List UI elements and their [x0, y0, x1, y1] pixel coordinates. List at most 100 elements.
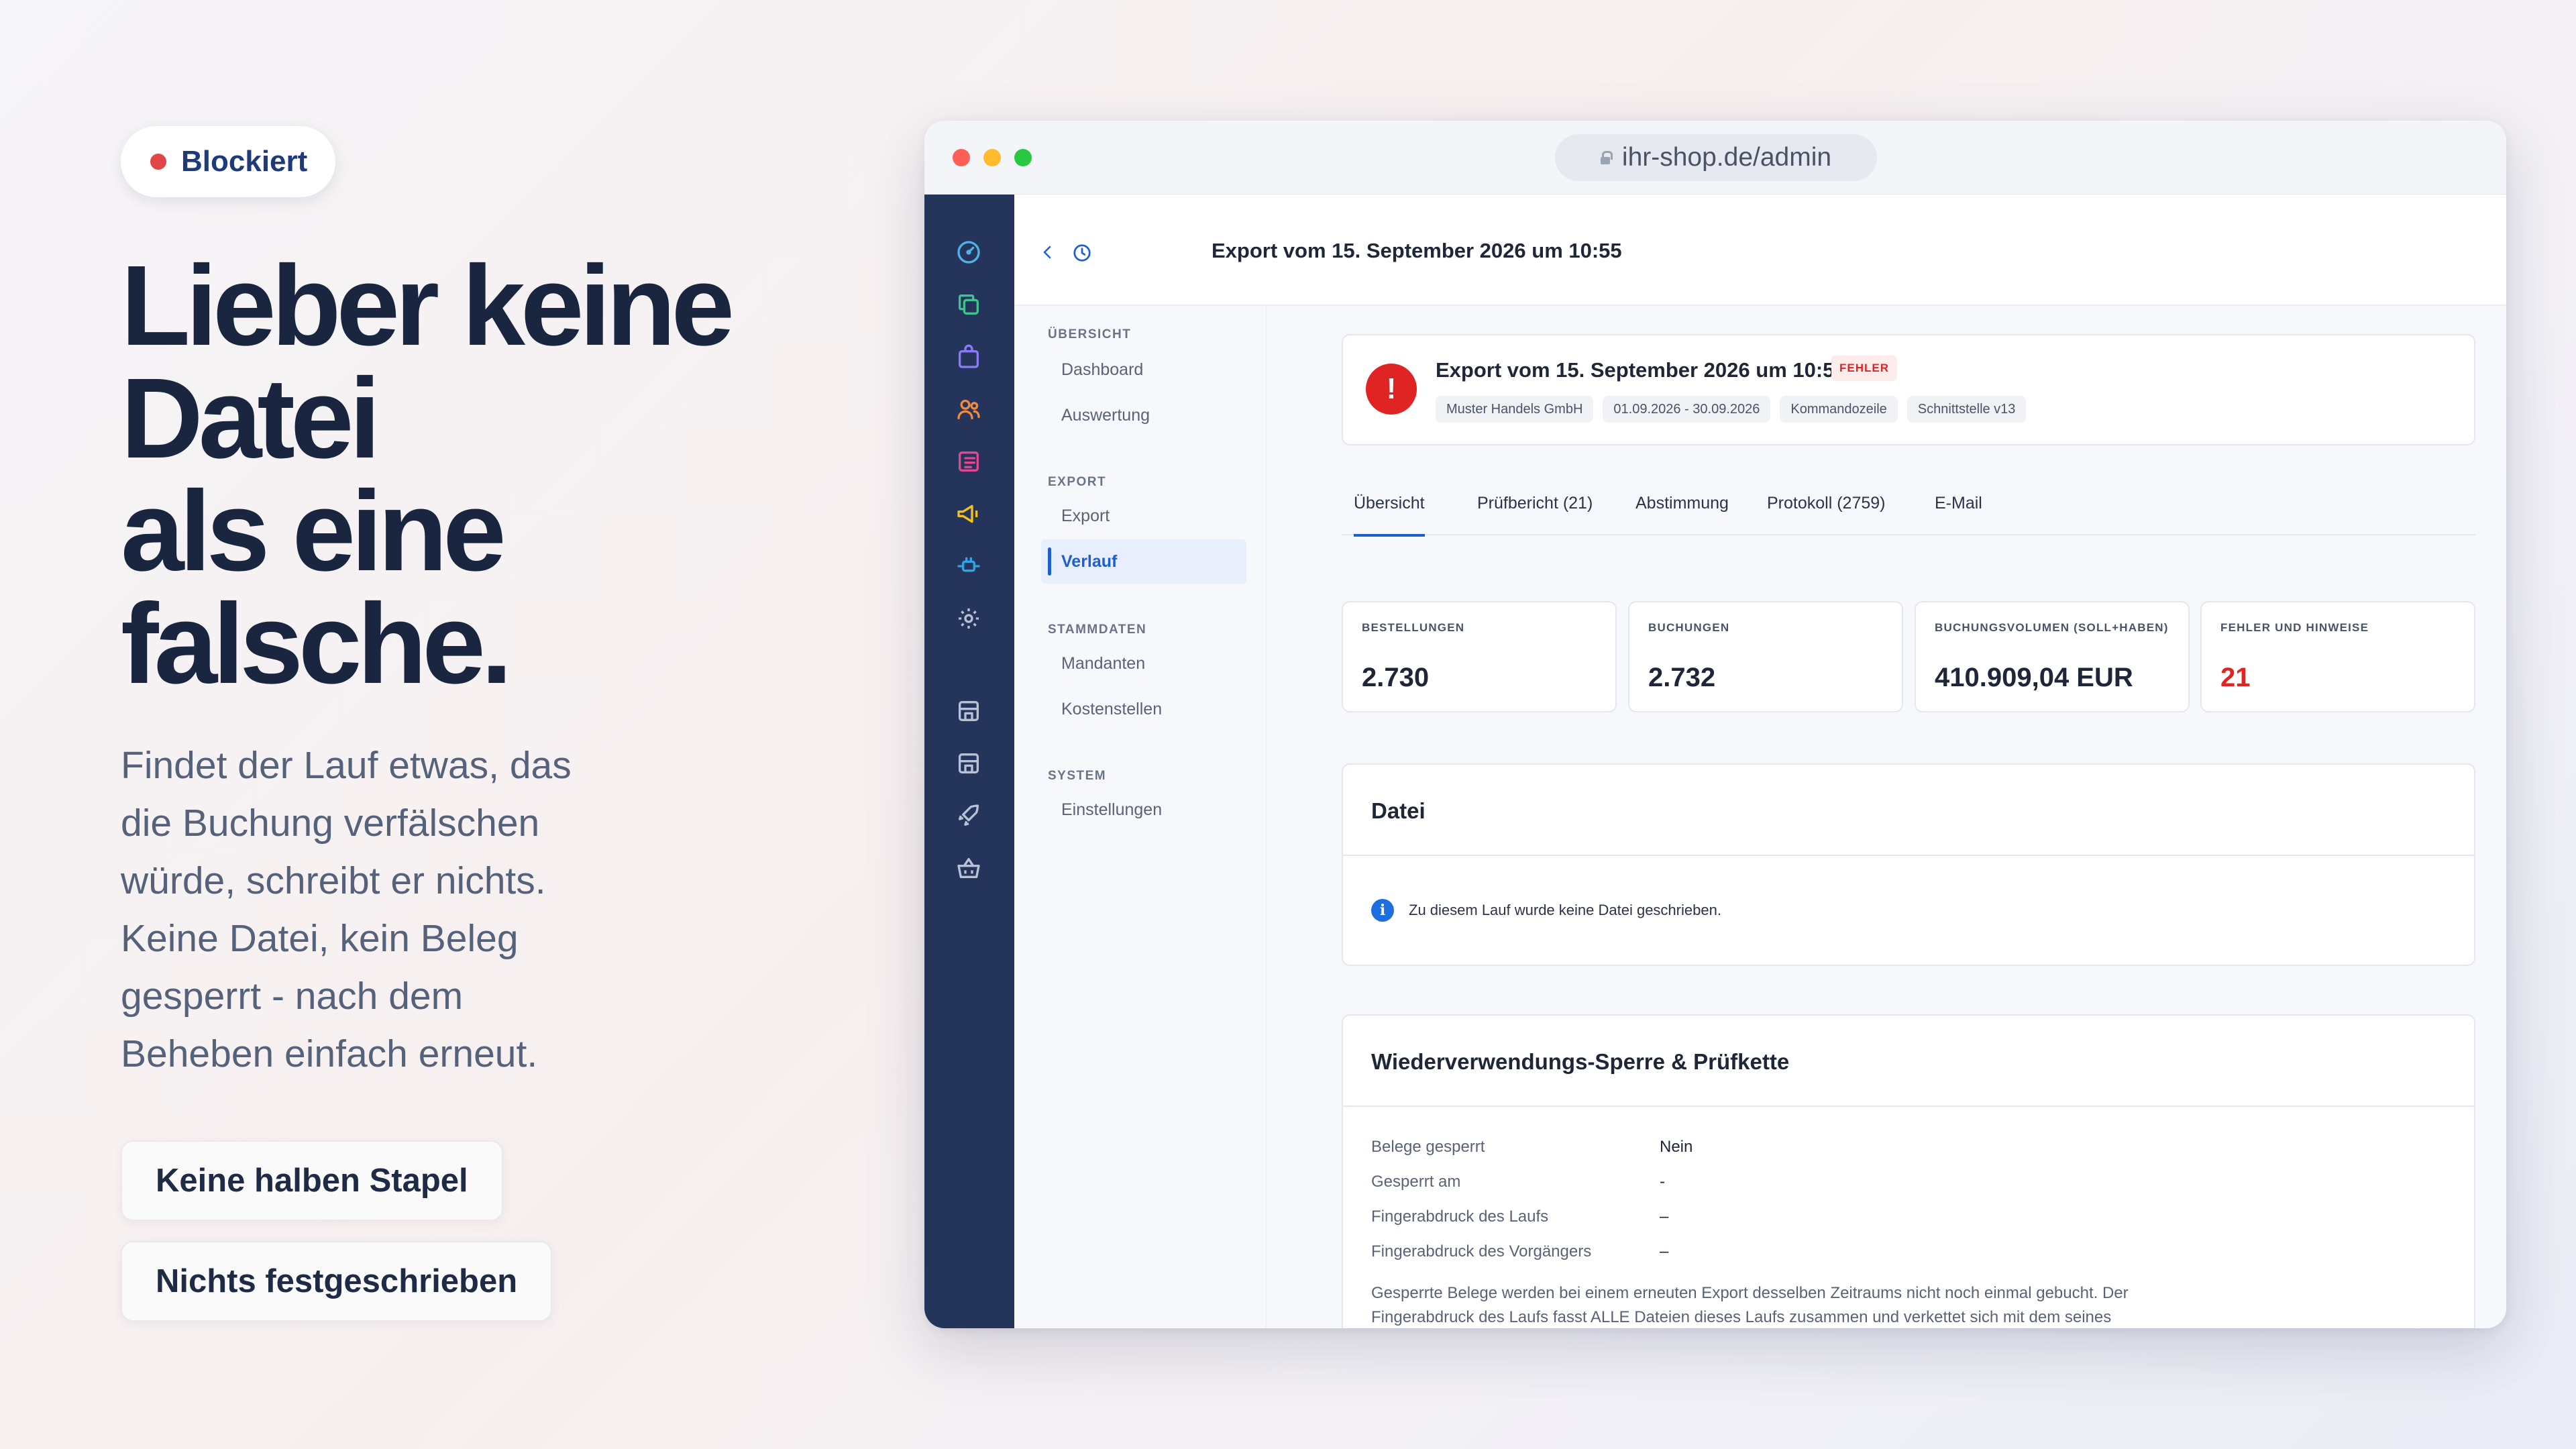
users-icon[interactable]: [955, 396, 982, 423]
list-icon[interactable]: [955, 448, 982, 475]
icon-sidebar: [924, 195, 1014, 1328]
basket-icon[interactable]: [955, 855, 982, 881]
divider: [1343, 855, 2474, 856]
nav-section-uebersicht: ÜBERSICHT: [1048, 327, 1132, 341]
address-bar[interactable]: ihr-shop.de/admin: [1555, 134, 1877, 181]
history-clock-icon[interactable]: [1072, 243, 1092, 263]
kv-key: Fingerabdruck des Vorgängers: [1371, 1242, 1592, 1260]
nav-item-export[interactable]: Export: [1041, 494, 1246, 538]
headline-line: Lieber keine: [121, 242, 735, 370]
body-line: Beheben einfach erneut.: [121, 1032, 538, 1075]
body-line: die Buchung verfälschen: [121, 802, 540, 845]
gear-icon[interactable]: [955, 605, 982, 632]
lock-icon: [1600, 151, 1613, 164]
card-title: Datei: [1371, 798, 1426, 823]
tab-email[interactable]: E-Mail: [1935, 487, 1982, 535]
stat-label: BUCHUNGSVOLUMEN (SOLL+HABEN): [1935, 621, 2169, 634]
reuse-lock-card: Wiederverwendungs-Sperre & Prüfkette Bel…: [1342, 1014, 2475, 1328]
store-icon[interactable]: [955, 750, 982, 777]
kv-key: Gesperrt am: [1371, 1173, 1461, 1191]
nav-section-export: EXPORT: [1048, 475, 1107, 489]
headline-line: Datei: [121, 355, 381, 482]
chip-quelle: Kommandozeile: [1780, 396, 1898, 423]
chip-zeitraum: 01.09.2026 - 30.09.2026: [1603, 396, 1771, 423]
kv-key: Belege gesperrt: [1371, 1138, 1485, 1156]
hero-headline: Lieber keine Datei als eine falsche.: [121, 242, 859, 708]
chip-mandant: Muster Handels GmbH: [1436, 396, 1594, 423]
stat-card-bestellungen: BESTELLUNGEN 2.730: [1342, 601, 1617, 712]
headline-line: als eine: [121, 468, 506, 595]
admin-app: ÜBERSICHT Dashboard Auswertung EXPORT Ex…: [924, 195, 2506, 1328]
kv-value: –: [1660, 1242, 1669, 1260]
back-arrow-icon[interactable]: [1040, 244, 1056, 260]
secondary-sidebar: ÜBERSICHT Dashboard Auswertung EXPORT Ex…: [1014, 195, 1267, 1328]
feature-pill-nichts-festgeschrieben: Nichts festgeschrieben: [121, 1241, 553, 1322]
kv-value: Nein: [1660, 1138, 1693, 1156]
stat-card-buchungsvolumen: BUCHUNGSVOLUMEN (SOLL+HABEN) 410.909,04 …: [1915, 601, 2190, 712]
minimize-window-button[interactable]: [983, 149, 1001, 166]
status-dot: [150, 154, 166, 170]
plugin-icon[interactable]: [955, 553, 982, 580]
tab-uebersicht[interactable]: Übersicht: [1354, 487, 1425, 537]
tab-abstimmung[interactable]: Abstimmung: [1635, 487, 1729, 535]
stat-value: 410.909,04 EUR: [1935, 663, 2133, 692]
megaphone-icon[interactable]: [955, 500, 982, 527]
close-window-button[interactable]: [953, 149, 970, 166]
kv-value: -: [1660, 1173, 1665, 1191]
copy-icon[interactable]: [955, 291, 982, 318]
page-title: Export vom 15. September 2026 um 10:55: [1212, 239, 1622, 262]
stat-value: 21: [2220, 663, 2251, 692]
nav-section-stammdaten: STAMMDATEN: [1048, 623, 1147, 637]
store-icon[interactable]: [955, 698, 982, 724]
file-card: Datei i Zu diesem Lauf wurde keine Datei…: [1342, 763, 2475, 966]
export-header-card: ! Export vom 15. September 2026 um 10:55…: [1342, 334, 2475, 445]
hero-body: Findet der Lauf etwas, das die Buchung v…: [121, 737, 644, 1083]
error-status-badge: FEHLER: [1831, 356, 1897, 381]
stat-value: 2.732: [1648, 663, 1716, 692]
nav-item-kostenstellen[interactable]: Kostenstellen: [1041, 687, 1246, 731]
nav-item-auswertung[interactable]: Auswertung: [1041, 393, 1246, 437]
tab-bar: Übersicht Prüfbericht (21) Abstimmung Pr…: [1342, 487, 2475, 537]
stat-label: FEHLER UND HINWEISE: [2220, 621, 2369, 634]
nav-section-system: SYSTEM: [1048, 769, 1107, 783]
headline-line: falsche.: [121, 580, 513, 708]
nav-item-einstellungen[interactable]: Einstellungen: [1041, 788, 1246, 832]
note-line: Gesperrte Belege werden bei einem erneut…: [1371, 1284, 2129, 1302]
nav-item-mandanten[interactable]: Mandanten: [1041, 641, 1246, 686]
stat-label: BUCHUNGEN: [1648, 621, 1730, 634]
rocket-icon[interactable]: [955, 802, 982, 829]
divider: [1343, 1106, 2474, 1107]
main-content: ! Export vom 15. September 2026 um 10:55…: [1267, 306, 2506, 1328]
nav-item-dashboard[interactable]: Dashboard: [1041, 347, 1246, 392]
browser-titlebar: ihr-shop.de/admin: [924, 121, 2506, 195]
browser-window: ihr-shop.de/admin ÜBERSICHT Dashboard Au…: [924, 121, 2506, 1328]
body-line: gesperrt - nach dem: [121, 975, 464, 1018]
address-bar-url: ihr-shop.de/admin: [1621, 143, 1832, 172]
dashboard-icon[interactable]: [955, 239, 982, 266]
nav-item-verlauf[interactable]: Verlauf: [1041, 539, 1246, 584]
window-controls: [953, 149, 1032, 166]
kv-key: Fingerabdruck des Laufs: [1371, 1208, 1549, 1226]
chip-schnittstelle: Schnittstelle v13: [1907, 396, 2027, 423]
export-meta-chips: Muster Handels GmbH 01.09.2026 - 30.09.2…: [1436, 396, 2027, 423]
page-header: Export vom 15. September 2026 um 10:55: [1014, 195, 2506, 306]
lock-note: Gesperrte Belege werden bei einem erneut…: [1371, 1281, 2445, 1328]
info-message: Zu diesem Lauf wurde keine Datei geschri…: [1409, 902, 1721, 918]
status-badge: Blockiert: [121, 126, 336, 197]
export-title: Export vom 15. September 2026 um 10:55: [1436, 358, 1846, 382]
shopping-bag-icon[interactable]: [955, 343, 982, 370]
card-title: Wiederverwendungs-Sperre & Prüfkette: [1371, 1049, 1790, 1074]
stat-card-fehler: FEHLER UND HINWEISE 21: [2200, 601, 2475, 712]
info-icon: i: [1371, 899, 1394, 922]
error-icon: !: [1366, 364, 1417, 415]
tab-pruefbericht[interactable]: Prüfbericht (21): [1477, 487, 1593, 535]
feature-pill-keine-halben-stapel: Keine halben Stapel: [121, 1140, 503, 1221]
body-line: Findet der Lauf etwas, das: [121, 744, 572, 787]
stat-card-buchungen: BUCHUNGEN 2.732: [1628, 601, 1903, 712]
status-badge-label: Blockiert: [181, 145, 308, 178]
maximize-window-button[interactable]: [1014, 149, 1032, 166]
tab-protokoll[interactable]: Protokoll (2759): [1767, 487, 1885, 535]
kv-value: –: [1660, 1208, 1669, 1226]
stat-label: BESTELLUNGEN: [1362, 621, 1465, 634]
note-line: Fingerabdruck des Laufs fasst ALLE Datei…: [1371, 1308, 2112, 1326]
